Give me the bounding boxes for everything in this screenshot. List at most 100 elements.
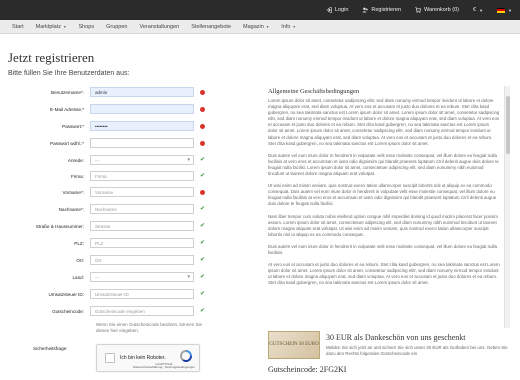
row-zip: PLZ: PLZ ✔ bbox=[0, 237, 215, 249]
terms-paragraph: Nam liber tempor cum soluta nobis eleife… bbox=[268, 213, 498, 237]
username-input[interactable]: admin bbox=[90, 87, 194, 97]
row-street: Straße & Hausnummer: Strasse ✔ bbox=[0, 220, 215, 232]
username-label: Benutzername*: bbox=[51, 89, 84, 95]
email-label: E-Mail Adresse:* bbox=[50, 106, 84, 112]
salutation-label: Anrede: bbox=[67, 157, 84, 163]
captcha-label: Sicherheitsfrage: bbox=[33, 346, 68, 351]
page-title: Jetzt registrieren bbox=[8, 50, 95, 65]
terms-paragraph: Ut wisi enim ad minim veniam, quis nostr… bbox=[268, 183, 497, 207]
nav-item-marktplatz[interactable]: Marktplatz ▼ bbox=[30, 20, 73, 34]
recaptcha-icon bbox=[180, 350, 192, 362]
check-icon: ✔ bbox=[200, 157, 206, 163]
row-password: Passwort:* •••••••• bbox=[0, 120, 215, 132]
street-input[interactable]: Strasse bbox=[90, 221, 194, 231]
zip-label: PLZ: bbox=[74, 240, 84, 246]
nav-item-stellenangebote[interactable]: Stellenangebote bbox=[185, 20, 237, 34]
row-city: Ort: Ort ✔ bbox=[0, 254, 215, 266]
check-icon: ✔ bbox=[200, 223, 206, 229]
terms-title: Allgemeine Geschäftsbedingungen bbox=[268, 88, 360, 95]
terms-paragraph: Duis autem vel eum iriure dolor in hendr… bbox=[268, 243, 497, 255]
voucher-input[interactable]: Gutscheincode eingeben bbox=[90, 306, 194, 316]
page-subtitle: Bitte füllen Sie Ihre Benutzerdaten aus: bbox=[8, 70, 130, 77]
recaptcha-widget: Ich bin kein Roboter. reCAPTCHA Datensch… bbox=[96, 344, 200, 372]
scrollbar-thumb[interactable] bbox=[506, 96, 510, 154]
language-selector[interactable]: ▼ bbox=[497, 7, 512, 13]
row-vat: Umsatzsteuer ID: Umsatzsteuer-ID ✔ bbox=[0, 288, 215, 300]
voucher-title: 30 EUR als Dankeschön von uns geschenkt bbox=[326, 333, 466, 342]
chevron-down-icon: ▼ bbox=[63, 24, 67, 29]
nav-item-magazin[interactable]: Magazin ▼ bbox=[237, 20, 275, 34]
terms-paragraph: At vero eos et accusam et justo duo dolo… bbox=[268, 262, 500, 286]
cart-label: Warenkorb (0) bbox=[424, 7, 459, 13]
password-label: Passwort:* bbox=[62, 123, 84, 129]
row-username: Benutzername*: admin bbox=[0, 86, 215, 98]
recaptcha-text: Ich bin kein Roboter. bbox=[120, 355, 166, 361]
zip-input[interactable]: PLZ bbox=[90, 238, 194, 248]
chevron-down-icon: ▼ bbox=[265, 24, 270, 29]
top-bar: Login Registrieren Warenkorb (0) € ▼ ▼ bbox=[0, 0, 520, 20]
cart-link[interactable]: Warenkorb (0) bbox=[415, 7, 459, 13]
recaptcha-brand: reCAPTCHA Datenschutzerklärung - Nutzung… bbox=[133, 362, 195, 370]
row-company: Firma: Firma ✔ bbox=[0, 170, 215, 182]
voucher-code: Gutscheincode: 2FG2KI bbox=[268, 365, 347, 374]
vat-input[interactable]: Umsatzsteuer-ID bbox=[90, 289, 194, 299]
row-firstname: Vorname*: Vorname bbox=[0, 186, 215, 198]
error-icon bbox=[200, 123, 205, 129]
voucher-label: Gutscheincode: bbox=[52, 308, 84, 314]
company-input[interactable]: Firma bbox=[90, 171, 194, 181]
currency-selector[interactable]: € ▼ bbox=[473, 7, 483, 13]
user-plus-icon bbox=[362, 7, 369, 13]
recaptcha-checkbox[interactable] bbox=[105, 353, 115, 363]
nav-item-veranstaltungen[interactable]: Veranstaltungen bbox=[133, 20, 185, 34]
voucher-help-text: Wenn Sie einen Gutscheincode besitzen, k… bbox=[96, 322, 202, 333]
register-label: Registrieren bbox=[371, 7, 402, 13]
row-salutation: Anrede: --- ✔ bbox=[0, 154, 215, 166]
row-lastname: Nachname*: Nachname ✔ bbox=[0, 203, 215, 215]
error-icon bbox=[200, 140, 205, 146]
currency-label: € bbox=[473, 7, 477, 13]
login-link[interactable]: Login bbox=[326, 7, 348, 13]
password-repeat-label: Passwort wdhl.:* bbox=[50, 140, 84, 146]
firstname-label: Vorname*: bbox=[62, 189, 84, 195]
row-email: E-Mail Adresse:* bbox=[0, 103, 215, 115]
firstname-input[interactable]: Vorname bbox=[90, 187, 194, 197]
chevron-down-icon: ▼ bbox=[292, 24, 296, 29]
error-icon bbox=[200, 189, 205, 195]
main-nav: Start Marktplatz ▼ Shops Gruppen Veransta… bbox=[0, 20, 520, 34]
nav-item-info[interactable]: Info ▼ bbox=[275, 20, 302, 34]
voucher-image: GUTSCHEIN 30 EURO bbox=[268, 331, 320, 359]
street-label: Straße & Hausnummer: bbox=[35, 223, 84, 229]
check-icon: ✔ bbox=[200, 291, 206, 297]
email-input[interactable] bbox=[90, 104, 194, 114]
chevron-down-icon: ▼ bbox=[508, 7, 512, 13]
password-repeat-input[interactable] bbox=[90, 138, 194, 148]
country-select[interactable]: --- bbox=[90, 272, 194, 282]
check-icon: ✔ bbox=[200, 274, 206, 280]
recaptcha-links[interactable]: Datenschutzerklärung - Nutzungsbedingung… bbox=[133, 365, 195, 369]
nav-item-shops[interactable]: Shops bbox=[72, 20, 100, 34]
terms-paragraph: Duis autem vel eum iriure dolor in hendr… bbox=[268, 152, 499, 177]
password-input[interactable]: •••••••• bbox=[90, 121, 194, 131]
city-input[interactable]: Ort bbox=[90, 255, 194, 265]
company-label: Firma: bbox=[70, 173, 84, 179]
cart-icon bbox=[415, 7, 422, 13]
terms-text[interactable]: Lorem ipsum dolor sit amet, consetetur s… bbox=[268, 98, 500, 326]
vat-label: Umsatzsteuer ID: bbox=[48, 291, 84, 297]
nav-item-start[interactable]: Start bbox=[6, 20, 30, 34]
row-country: Land: --- ✔ bbox=[0, 271, 215, 283]
check-icon: ✔ bbox=[200, 308, 206, 314]
error-icon bbox=[200, 89, 205, 95]
terms-scrollbar[interactable] bbox=[504, 86, 510, 328]
terms-paragraph: Lorem ipsum dolor sit amet, consetetur s… bbox=[268, 98, 500, 146]
salutation-select[interactable]: --- bbox=[90, 155, 194, 165]
chevron-down-icon: ▼ bbox=[479, 7, 484, 13]
row-voucher: Gutscheincode: Gutscheincode eingeben ✔ bbox=[0, 305, 215, 317]
row-password-repeat: Passwort wdhl.:* bbox=[0, 137, 215, 149]
check-icon: ✔ bbox=[200, 240, 206, 246]
check-icon: ✔ bbox=[200, 257, 206, 263]
country-label: Land: bbox=[72, 274, 85, 280]
lastname-label: Nachname*: bbox=[58, 206, 84, 212]
nav-item-gruppen[interactable]: Gruppen bbox=[100, 20, 133, 34]
lastname-input[interactable]: Nachname bbox=[90, 204, 194, 214]
register-link[interactable]: Registrieren bbox=[362, 7, 401, 13]
